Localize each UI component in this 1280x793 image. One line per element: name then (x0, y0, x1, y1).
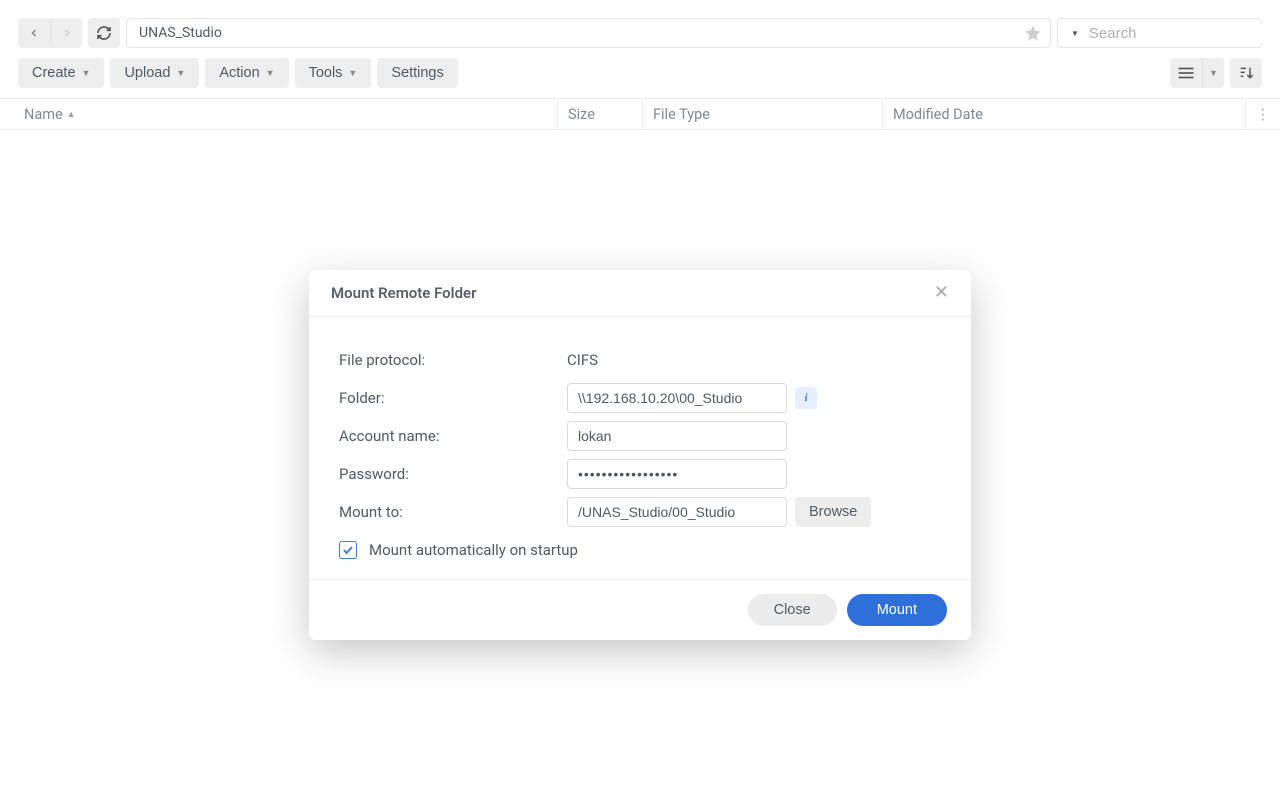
dialog-footer: Close Mount (309, 579, 971, 640)
mount-button[interactable]: Mount (847, 594, 947, 626)
auto-mount-checkbox[interactable] (339, 541, 357, 559)
mount-to-input[interactable] (567, 497, 787, 527)
folder-label: Folder: (339, 389, 567, 407)
folder-input[interactable] (567, 383, 787, 413)
check-icon (342, 544, 354, 556)
close-button[interactable]: Close (748, 594, 837, 626)
auto-mount-label: Mount automatically on startup (369, 541, 578, 559)
mount-to-label: Mount to: (339, 503, 567, 521)
browse-button[interactable]: Browse (795, 497, 871, 527)
modal-overlay: Mount Remote Folder ✕ File protocol: CIF… (0, 0, 1280, 793)
info-icon[interactable]: i (795, 387, 817, 409)
dialog-title: Mount Remote Folder (331, 284, 934, 302)
dialog-header: Mount Remote Folder ✕ (309, 270, 971, 317)
dialog-body: File protocol: CIFS Folder: i Account na… (309, 317, 971, 579)
mount-remote-dialog: Mount Remote Folder ✕ File protocol: CIF… (309, 270, 971, 640)
protocol-label: File protocol: (339, 351, 567, 369)
account-label: Account name: (339, 427, 567, 445)
protocol-value: CIFS (567, 351, 598, 369)
close-icon[interactable]: ✕ (934, 284, 949, 302)
password-input[interactable] (567, 459, 787, 489)
password-label: Password: (339, 465, 567, 483)
account-input[interactable] (567, 421, 787, 451)
